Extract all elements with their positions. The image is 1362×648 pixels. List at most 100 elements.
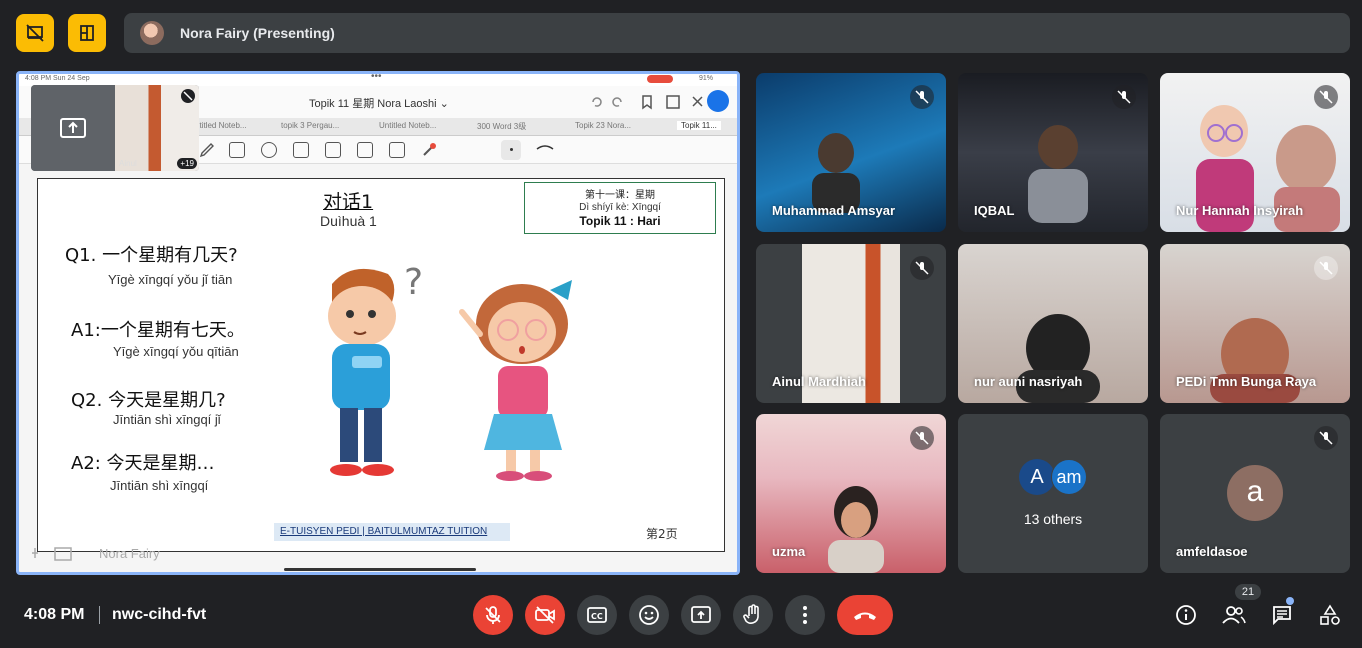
mic-off-icon [1314,85,1338,109]
more-dots-icon: ••• [371,71,382,82]
shapes-icon[interactable] [229,142,245,158]
layout-icon [80,25,94,41]
footer-link[interactable]: E-TUISYEN PEDI | BAITULMUMTAZ TUITION [274,523,510,541]
stroke-style-icon[interactable] [535,144,555,154]
lesson-topic: Topik 11 : Hari [579,214,661,228]
chat-notification-dot [1286,597,1294,605]
dot-size-button[interactable] [501,140,521,160]
participant-tile[interactable]: IQBAL [958,73,1148,232]
mic-off-icon [1314,256,1338,280]
mic-off-icon [910,85,934,109]
more-options-button[interactable] [785,595,825,635]
captions-icon: CC [587,607,607,623]
textbox-icon[interactable] [389,142,405,158]
lesson-pinyin: Dì shíyī kè: Xīngqí [579,202,661,213]
svg-text:CC: CC [591,612,603,621]
tab-2[interactable]: topik 3 Pergau... [281,121,339,130]
avatar: A [1019,459,1055,495]
tab-5[interactable]: Topik 23 Nora... [575,121,631,130]
participant-tile[interactable]: Ainul Mardhiah [756,244,946,403]
participant-tile[interactable]: Muhammad Amsyar [756,73,946,232]
mic-off-icon [910,256,934,280]
mic-off-icon [1314,426,1338,450]
question-2: Q2. 今天是星期几? [71,390,226,411]
present-screen-icon [691,606,711,623]
extra-participants-badge: +19 [177,158,197,169]
presentation-view[interactable]: 4:08 PM Sun 24 Sep ••• 91% Topik 11 星期 N… [16,71,740,575]
chat-button[interactable] [1268,601,1296,629]
slide-title: 对话1 [323,191,374,213]
people-count-badge: 21 [1235,584,1261,600]
participant-tile[interactable]: a amfeldasoe [1160,414,1350,573]
image-icon[interactable] [325,142,341,158]
others-count: 13 others [1023,511,1083,527]
camera-toggle-button[interactable] [525,595,565,635]
participant-tile[interactable]: uzma [756,414,946,573]
camera-off-icon [535,606,555,624]
share-screen-placeholder [31,85,115,171]
horizontal-scrollbar[interactable] [284,568,476,571]
mic-toggle-button[interactable] [473,595,513,635]
presenter-bar[interactable]: Nora Fairy (Presenting) [124,13,1350,53]
slide-page: 对话1 Duìhuà 1 第十一课：星期 Dì shíyī kè: Xīngqí… [37,178,725,552]
meeting-info-button[interactable] [1172,601,1200,629]
hand-icon [743,604,759,624]
reactions-button[interactable] [629,595,669,635]
hide-presentation-button[interactable] [16,14,54,52]
participant-name: IQBAL [974,203,1015,218]
activities-button[interactable] [1316,601,1344,629]
chat-icon [1273,606,1291,626]
participant-tile[interactable]: nur auni nasriyah [958,244,1148,403]
question-2-pinyin: Jīntiān shì xīngqí jǐ [113,412,221,427]
avatar: a [1227,465,1283,521]
others-tile[interactable]: A am 13 others [958,414,1148,573]
divider [99,606,100,624]
layout-button[interactable] [68,14,106,52]
tab-3[interactable]: Untitled Noteb... [379,121,436,130]
pen-icon[interactable] [199,142,215,158]
question-1-pinyin: Yīgè xīngqí yǒu jǐ tiān [108,272,233,287]
leave-call-button[interactable] [837,595,893,635]
lesson-chinese: 第十一课：星期 [585,190,655,201]
audio-level-icon [707,90,729,112]
doc-toolbar-icons[interactable] [585,94,725,110]
tab-1[interactable]: ntitled Noteb... [195,121,247,130]
mic-off-icon [1112,85,1136,109]
raise-hand-button[interactable] [733,595,773,635]
sticker-icon[interactable] [293,142,309,158]
answer-2-pinyin: Jīntiān shì xīngqí [110,478,209,493]
doc-title[interactable]: Topik 11 星期 Nora Laoshi ⌄ [309,95,449,111]
boy-illustration: ? [328,264,423,476]
top-bar: Nora Fairy (Presenting) [0,0,1362,66]
presenter-tile-icons [32,547,72,561]
more-vert-icon [803,606,807,624]
captions-button[interactable]: CC [577,595,617,635]
self-view-thumbnail[interactable]: +19 Ainul [31,85,199,171]
avatar: am [1051,459,1087,495]
meeting-code: nwc-cihd-fvt [112,606,207,623]
answer-1-pinyin: Yīgè xīngqí yǒu qītiān [113,344,239,359]
hide-screen-icon [26,24,44,42]
participant-tile[interactable]: Nur Hannah Insyirah [1160,73,1350,232]
page-number: 第2页 [646,527,678,541]
participant-name: Nur Hannah Insyirah [1176,203,1304,218]
participant-name: Ainul Mardhiah [772,374,866,389]
keyboard-icon[interactable] [357,142,373,158]
participant-tile[interactable]: PEDi Tmn Bunga Raya [1160,244,1350,403]
laser-icon[interactable] [421,142,437,158]
people-button[interactable] [1220,601,1248,629]
presenter-avatar [140,21,164,45]
participant-name: Muhammad Amsyar [772,203,896,218]
tab-4[interactable]: 300 Word 3级 [477,121,526,132]
svg-text:?: ? [404,264,423,303]
lasso-icon[interactable] [261,142,277,158]
tab-active[interactable]: Topik 11... [677,121,721,130]
question-1: Q1. 一个星期有几天? [65,245,238,266]
activities-icon [1320,604,1340,625]
mic-off-icon [910,426,934,450]
self-label: Ainul [119,159,137,168]
answer-2: A2: 今天是星期… [71,453,215,474]
present-button[interactable] [681,595,721,635]
presenter-label: Nora Fairy [99,546,160,561]
emoji-icon [639,605,659,625]
